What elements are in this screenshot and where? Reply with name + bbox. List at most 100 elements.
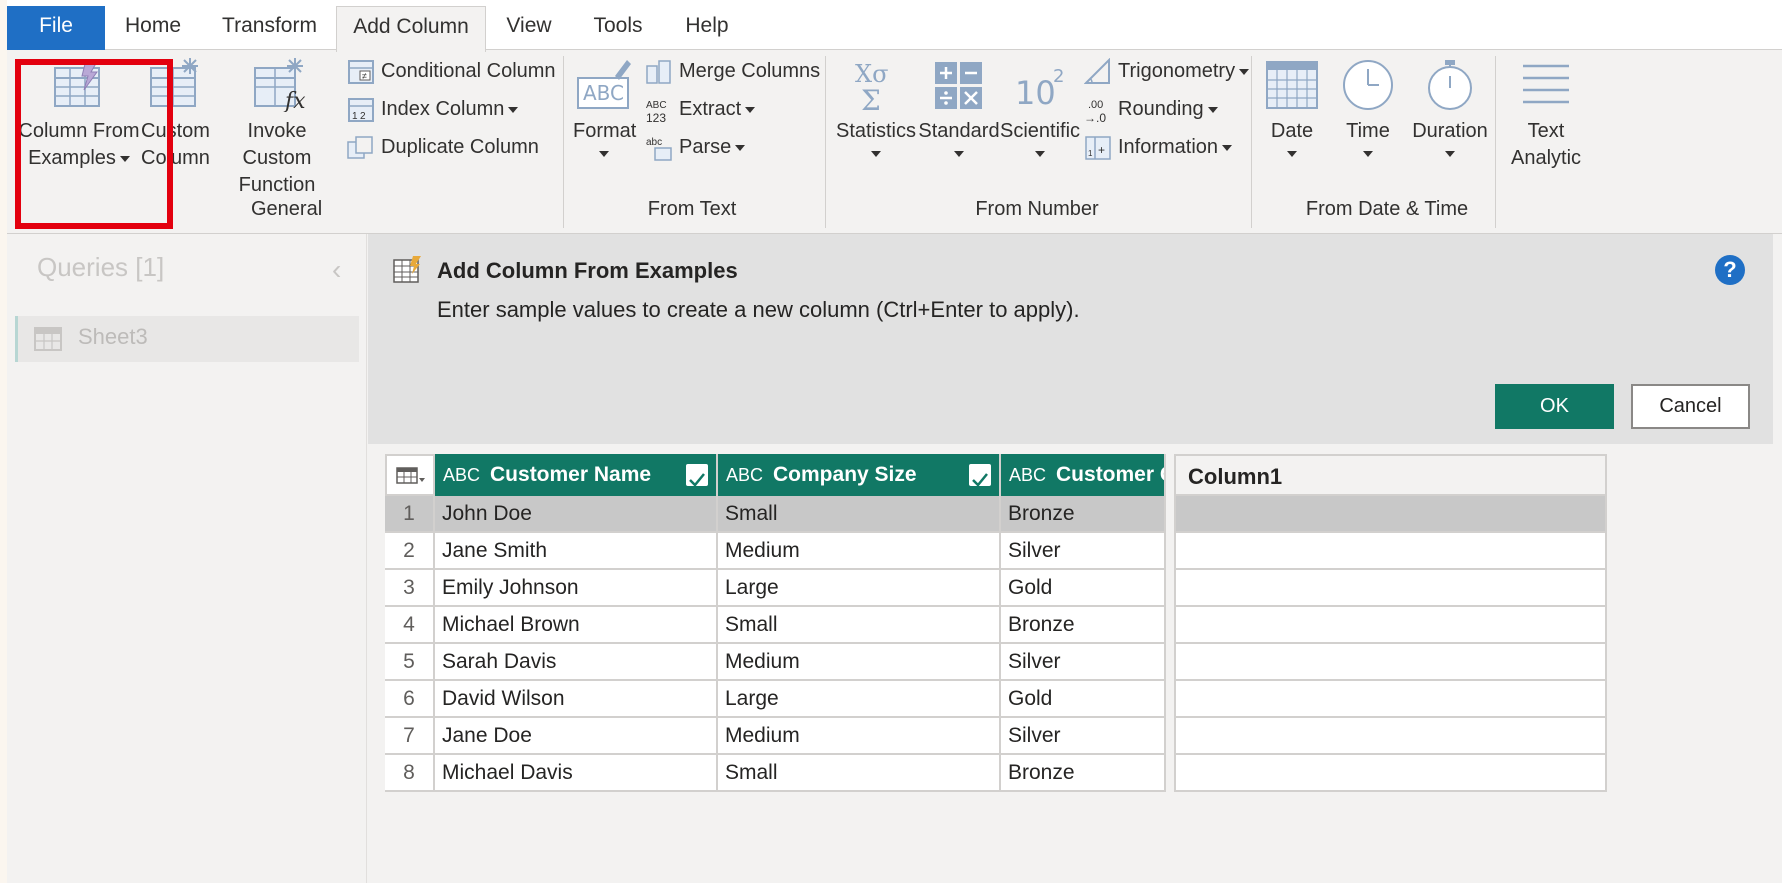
index-column-label: Index Column: [381, 98, 505, 120]
table-menu-button[interactable]: [385, 454, 435, 496]
group-label-from-number: From Number: [975, 198, 1099, 220]
table-row[interactable]: 2 Jane Smith Medium Silver: [385, 533, 1607, 575]
cell-customer-group: Silver: [1001, 718, 1166, 755]
checkmark-icon: [972, 473, 988, 487]
calendar-icon: [1266, 61, 1318, 109]
duplicate-column-button[interactable]: Duplicate Column: [347, 129, 539, 165]
table-row[interactable]: 1 John Doe Small Bronze: [385, 496, 1607, 538]
conditional-column-icon: ≠: [348, 59, 374, 84]
table-row[interactable]: 4 Michael Brown Small Bronze: [385, 607, 1607, 649]
trigonometry-icon: [1084, 57, 1110, 84]
chevron-down-icon: [954, 151, 964, 157]
ribbon-separator: [1251, 56, 1252, 228]
time-button[interactable]: Time: [1337, 58, 1399, 157]
cell-column1-input[interactable]: [1174, 533, 1607, 570]
custom-column-icon: [150, 58, 198, 107]
table-menu-icon: [396, 467, 425, 484]
time-label: Time: [1346, 120, 1390, 142]
panel-description: Enter sample values to create a new colu…: [437, 297, 1080, 322]
date-button[interactable]: Date: [1259, 58, 1325, 157]
trigonometry-button[interactable]: Trigonometry: [1084, 53, 1250, 89]
add-column-from-examples-panel: Add Column From Examples Enter sample va…: [368, 234, 1773, 444]
merge-columns-button[interactable]: Merge Columns: [645, 53, 820, 89]
table-row[interactable]: 5 Sarah Davis Medium Silver: [385, 644, 1607, 686]
duration-button[interactable]: Duration: [1405, 58, 1495, 157]
query-item-sheet3[interactable]: Sheet3: [15, 316, 359, 362]
format-button[interactable]: ABC Format: [573, 58, 637, 157]
standard-button[interactable]: Standard: [917, 58, 1001, 157]
table-row[interactable]: 3 Emily Johnson Large Gold: [385, 570, 1607, 612]
text-analytics-button[interactable]: Text Analytic: [1501, 58, 1591, 172]
svg-text:→.0: →.0: [1084, 111, 1106, 124]
tab-home[interactable]: Home: [113, 6, 193, 50]
tab-view[interactable]: View: [497, 6, 561, 50]
scientific-label: Scientific: [999, 120, 1081, 142]
cell-customer-name: John Doe: [435, 496, 718, 533]
tab-file[interactable]: File: [7, 6, 105, 50]
cell-company-size: Small: [718, 496, 1001, 533]
cancel-button[interactable]: Cancel: [1631, 384, 1750, 429]
parse-button[interactable]: abc Parse: [645, 129, 746, 165]
cell-customer-group: Bronze: [1001, 496, 1166, 533]
cell-column1-input[interactable]: [1174, 718, 1607, 755]
table-row[interactable]: 8 Michael Davis Small Bronze: [385, 755, 1607, 797]
text-analytics-label-2: Analytic: [1510, 147, 1582, 169]
column-from-examples-button[interactable]: Column From Examples: [15, 58, 143, 172]
svg-text:ABC: ABC: [646, 100, 667, 111]
chevron-left-icon[interactable]: ‹: [332, 254, 341, 286]
rounding-button[interactable]: .00 →.0 Rounding: [1084, 91, 1218, 127]
index-column-button[interactable]: 1 2 Index Column: [347, 91, 519, 127]
checkmark-icon: [689, 473, 705, 487]
scientific-power-icon: 10 2: [1015, 66, 1064, 112]
tab-add-column[interactable]: Add Column: [336, 6, 486, 52]
svg-text:10: 10: [1015, 74, 1056, 112]
statistics-icon: Xσ Σ: [855, 60, 888, 112]
column-header-column1[interactable]: Column1: [1174, 454, 1607, 496]
scientific-button[interactable]: 10 2 Scientific: [997, 58, 1083, 157]
column-header-customer-group[interactable]: ABC Customer Gro: [1001, 454, 1166, 496]
checkbox[interactable]: [969, 464, 991, 487]
tab-tools[interactable]: Tools: [582, 6, 654, 50]
chevron-down-icon: [1287, 151, 1297, 157]
statistics-button[interactable]: Xσ Σ Statistics: [833, 58, 919, 157]
extract-button[interactable]: ABC 123 Extract: [645, 91, 756, 127]
column-header-customer-name[interactable]: ABC Customer Name: [435, 454, 718, 496]
cell-customer-group: Silver: [1001, 644, 1166, 681]
svg-text:1: 1: [352, 111, 358, 122]
table-row[interactable]: 7 Jane Doe Medium Silver: [385, 718, 1607, 760]
text-analytics-icon: [1523, 64, 1569, 104]
tab-help[interactable]: Help: [674, 6, 740, 50]
cell-column1-input[interactable]: [1174, 607, 1607, 644]
svg-text:fx: fx: [283, 89, 306, 112]
cell-column1-input[interactable]: [1174, 644, 1607, 681]
column-header-company-size[interactable]: ABC Company Size: [718, 454, 1001, 496]
table-icon: [34, 327, 62, 351]
conditional-column-label: Conditional Column: [381, 60, 556, 82]
custom-column-label-1: Custom: [141, 120, 210, 142]
checkbox[interactable]: [686, 464, 708, 487]
query-item-label: Sheet3: [78, 324, 148, 349]
chevron-down-icon: [1239, 68, 1250, 75]
tab-transform[interactable]: Transform: [212, 6, 327, 50]
index-column-icon: 12: [348, 97, 374, 122]
table-row[interactable]: 6 David Wilson Large Gold: [385, 681, 1607, 723]
custom-column-button[interactable]: Custom Column: [141, 58, 210, 172]
cell-column1-input[interactable]: [1174, 681, 1607, 718]
format-label: Format: [573, 120, 637, 142]
invoke-custom-function-button[interactable]: fx Invoke Custom Function: [213, 58, 341, 199]
cell-column1-input[interactable]: [1174, 755, 1607, 792]
cell-company-size: Small: [718, 755, 1001, 792]
cell-column1-input[interactable]: [1174, 496, 1607, 533]
ok-button[interactable]: OK: [1495, 384, 1614, 429]
conditional-column-button[interactable]: ≠ Conditional Column: [347, 53, 556, 89]
column-from-examples-label-2: Examples: [28, 147, 116, 169]
row-index: 7: [385, 718, 435, 755]
information-button[interactable]: 1 + Information: [1084, 129, 1233, 165]
merge-columns-label: Merge Columns: [679, 60, 821, 82]
svg-text:Σ: Σ: [861, 84, 881, 112]
cell-customer-name: Sarah Davis: [435, 644, 718, 681]
cell-column1-input[interactable]: [1174, 570, 1607, 607]
chevron-down-icon: [119, 155, 130, 162]
help-icon[interactable]: ?: [1715, 255, 1745, 285]
header-row: ABC Customer Name ABC Company Size ABC Cust…: [385, 454, 1607, 496]
